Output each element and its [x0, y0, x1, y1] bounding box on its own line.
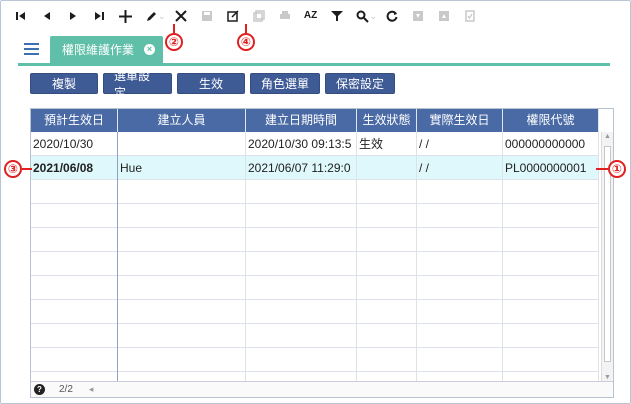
grid-body: 2020/10/30 2020/10/30 09:13:5 生效 / / 000… [31, 132, 599, 396]
grid-footer: ? 2/2 ◂ [31, 381, 613, 397]
empty-row [31, 300, 599, 324]
open-external-icon[interactable] [220, 3, 246, 29]
annotation-arrow [245, 24, 247, 33]
checklist-icon[interactable] [457, 3, 483, 29]
chevron-down-icon[interactable]: ⌄ [370, 11, 378, 22]
table-cell: 2021/06/08 [31, 156, 118, 180]
empty-row [31, 324, 599, 348]
menu-settings-button[interactable]: 選單設定 [103, 69, 172, 100]
download-icon[interactable] [405, 3, 431, 29]
empty-row [31, 228, 599, 252]
refresh-icon[interactable] [379, 3, 405, 29]
role-menu-button[interactable]: 角色選單 [250, 73, 320, 94]
tab-label: 權限維護作業 [62, 43, 135, 57]
table-cell: 000000000000 [503, 132, 599, 156]
filter-icon[interactable] [324, 3, 350, 29]
close-icon[interactable]: × [144, 44, 155, 55]
help-icon[interactable]: ? [34, 384, 45, 395]
scroll-up-icon[interactable]: ▲ [604, 133, 611, 140]
prev-icon[interactable] [34, 3, 60, 29]
annotation-arrow [173, 24, 175, 33]
annotation-marker-3: ③ [4, 160, 22, 178]
column-header[interactable]: 實際生效日 [417, 109, 503, 132]
column-header[interactable]: 預計生效日 [31, 109, 118, 132]
toolbar: ⌄ AZ ⌄ [8, 2, 568, 30]
scroll-left-icon[interactable]: ◂ [89, 384, 94, 395]
last-page-icon[interactable] [86, 3, 112, 29]
column-header[interactable]: 權限代號 [503, 109, 599, 132]
empty-row [31, 348, 599, 372]
table-row[interactable]: 2021/06/08 Hue 2021/06/07 11:29:0 / / PL… [31, 156, 599, 180]
annotation-arrow [22, 168, 32, 170]
scroll-thumb[interactable] [604, 146, 611, 362]
table-cell: 2021/06/07 11:29:0 [246, 156, 357, 180]
empty-row [31, 204, 599, 228]
menu-icon[interactable] [24, 43, 39, 56]
table-cell [357, 156, 417, 180]
table-cell: 2020/10/30 [31, 132, 118, 156]
copy-button[interactable]: 複製 [30, 73, 98, 94]
annotation-marker-4: ④ [237, 33, 255, 51]
action-buttons: 複製 選單設定 生效 角色選單 保密設定 [30, 69, 395, 100]
save-icon[interactable] [194, 3, 220, 29]
table-cell: PL0000000001 [503, 156, 599, 180]
page-indicator: 2/2 [59, 384, 73, 395]
upload-icon[interactable] [431, 3, 457, 29]
activate-button[interactable]: 生效 [177, 73, 245, 94]
table-row[interactable]: 2020/10/30 2020/10/30 09:13:5 生效 / / 000… [31, 132, 599, 156]
tab-permission-maintenance[interactable]: 權限維護作業 × [50, 36, 163, 63]
column-header[interactable]: 建立人員 [118, 109, 246, 132]
copy-icon[interactable] [246, 3, 272, 29]
annotation-marker-2: ② [165, 33, 183, 51]
column-header[interactable]: 生效狀態 [357, 109, 417, 132]
table-cell: / / [417, 132, 503, 156]
next-icon[interactable] [60, 3, 86, 29]
chevron-down-icon[interactable]: ⌄ [158, 11, 166, 22]
table-cell: 生效 [357, 132, 417, 156]
print-icon[interactable] [272, 3, 298, 29]
first-page-icon[interactable] [8, 3, 34, 29]
table-cell: / / [417, 156, 503, 180]
tab-underline [18, 63, 610, 66]
add-icon[interactable] [112, 3, 138, 29]
table-cell: Hue [118, 156, 246, 180]
grid-header: 預計生效日 建立人員 建立日期時間 生效狀態 實際生效日 權限代號 [31, 109, 599, 132]
sort-az-icon[interactable]: AZ [298, 3, 324, 29]
cancel-icon[interactable] [168, 3, 194, 29]
data-grid: 預計生效日 建立人員 建立日期時間 生效狀態 實際生效日 權限代號 2020/1… [30, 108, 614, 398]
empty-row [31, 252, 599, 276]
annotation-arrow [596, 168, 608, 170]
scroll-down-icon[interactable]: ▼ [604, 374, 611, 381]
annotation-marker-1: ① [608, 160, 626, 178]
table-cell [118, 132, 246, 156]
column-header[interactable]: 建立日期時間 [246, 109, 357, 132]
confidential-settings-button[interactable]: 保密設定 [325, 73, 395, 94]
table-cell: 2020/10/30 09:13:5 [246, 132, 357, 156]
empty-row [31, 180, 599, 204]
empty-row [31, 276, 599, 300]
